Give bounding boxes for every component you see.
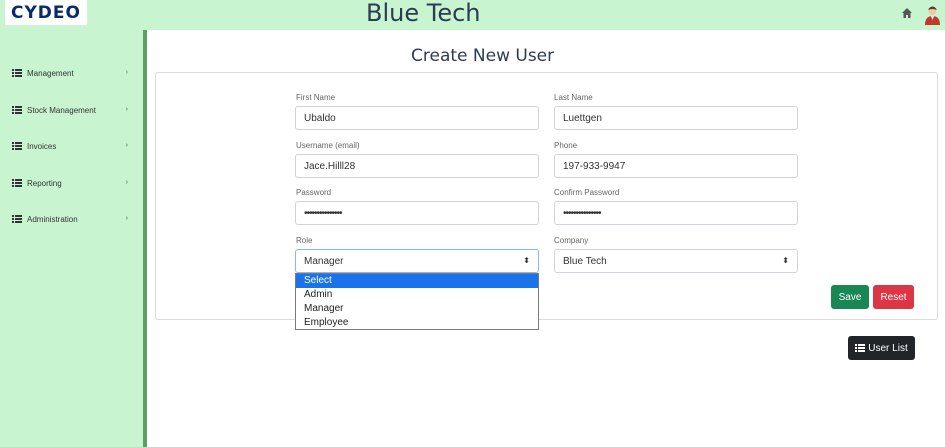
last-name-label: Last Name bbox=[554, 93, 593, 102]
password-field[interactable]: ••••••••••••••• bbox=[295, 201, 539, 225]
chevron-right-icon: › bbox=[125, 215, 128, 222]
user-list-button[interactable]: User List bbox=[848, 336, 915, 360]
list-icon bbox=[12, 106, 22, 114]
list-icon bbox=[12, 179, 22, 187]
sidebar-item-label: Administration bbox=[27, 214, 78, 224]
company-label: Company bbox=[554, 236, 589, 245]
sidebar-item-label: Invoices bbox=[27, 141, 57, 151]
phone-label: Phone bbox=[554, 141, 578, 150]
role-selected-value: Manager bbox=[304, 255, 344, 267]
list-icon bbox=[12, 69, 22, 77]
sidebar-item-management[interactable]: Management › bbox=[12, 66, 132, 80]
sidebar-item-administration[interactable]: Administration › bbox=[12, 212, 132, 226]
company-selected-value: Blue Tech bbox=[563, 255, 607, 267]
sidebar-item-stock-management[interactable]: Stock Management › bbox=[12, 103, 132, 117]
role-label: Role bbox=[296, 236, 313, 245]
logo[interactable]: CYDEO bbox=[5, 0, 87, 25]
chevron-right-icon: › bbox=[125, 106, 128, 113]
role-option-manager[interactable]: Manager bbox=[296, 302, 538, 316]
user-form-card bbox=[155, 72, 938, 320]
confirm-password-label: Confirm Password bbox=[554, 188, 620, 197]
username-field[interactable]: Jace.Hilll28 bbox=[295, 154, 539, 178]
home-icon[interactable] bbox=[901, 7, 913, 19]
first-name-field[interactable]: Ubaldo bbox=[295, 106, 539, 130]
avatar-icon[interactable] bbox=[924, 5, 941, 25]
sidebar-item-label: Reporting bbox=[27, 178, 62, 188]
chevron-right-icon: › bbox=[125, 69, 128, 76]
role-dropdown-list: Select Admin Manager Employee bbox=[295, 273, 539, 330]
role-option-select[interactable]: Select bbox=[296, 274, 538, 288]
sidebar-item-label: Management bbox=[27, 68, 74, 78]
list-icon bbox=[12, 142, 22, 150]
sidebar-item-label: Stock Management bbox=[27, 105, 96, 115]
confirm-password-field[interactable]: ••••••••••••••• bbox=[554, 201, 798, 225]
company-select[interactable]: Blue Tech ⬍ bbox=[554, 249, 798, 273]
chevron-right-icon: › bbox=[125, 142, 128, 149]
sidebar-divider bbox=[143, 30, 147, 447]
select-arrows-icon: ⬍ bbox=[523, 256, 530, 265]
username-label: Username (email) bbox=[296, 141, 360, 150]
page-title: Create New User bbox=[411, 46, 555, 66]
chevron-right-icon: › bbox=[125, 179, 128, 186]
app-title: Blue Tech bbox=[366, 0, 481, 27]
sidebar-item-reporting[interactable]: Reporting › bbox=[12, 176, 132, 190]
reset-button[interactable]: Reset bbox=[873, 285, 914, 309]
list-icon bbox=[12, 215, 22, 223]
role-select[interactable]: Manager ⬍ bbox=[295, 249, 539, 273]
last-name-field[interactable]: Luettgen bbox=[554, 106, 798, 130]
sidebar-item-invoices[interactable]: Invoices › bbox=[12, 139, 132, 153]
user-list-label: User List bbox=[868, 342, 908, 354]
phone-field[interactable]: 197-933-9947 bbox=[554, 154, 798, 178]
list-icon bbox=[855, 344, 866, 352]
role-option-admin[interactable]: Admin bbox=[296, 288, 538, 302]
select-arrows-icon: ⬍ bbox=[782, 256, 789, 265]
role-option-employee[interactable]: Employee bbox=[296, 316, 538, 330]
sidebar bbox=[0, 30, 144, 447]
password-label: Password bbox=[296, 188, 332, 197]
save-button[interactable]: Save bbox=[831, 285, 869, 309]
first-name-label: First Name bbox=[296, 93, 336, 102]
